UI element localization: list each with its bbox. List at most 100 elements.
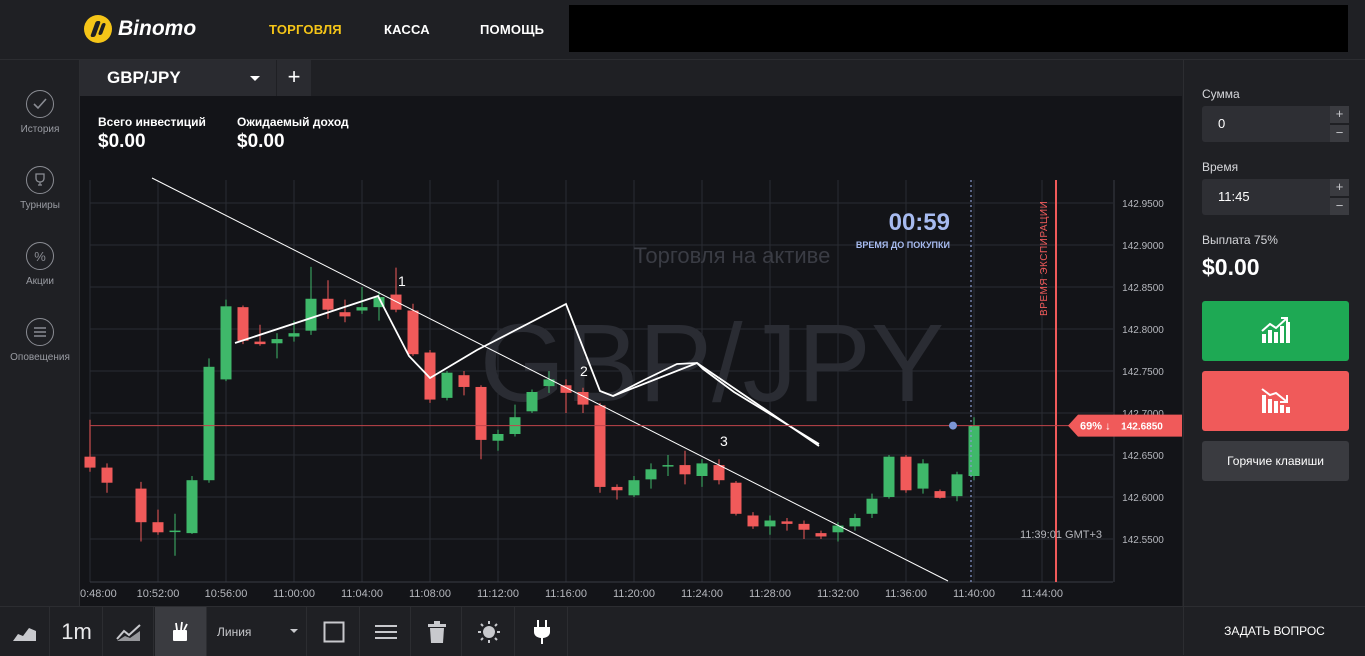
delete-drawings-button[interactable] [412,607,462,656]
candle-body [696,463,708,476]
candle-body [169,530,181,533]
candle-body [407,310,419,355]
plug-icon [533,619,550,644]
candle-body [934,491,946,498]
asset-tab-gbpjpy[interactable]: GBP/JPY [80,60,276,96]
nav-trading[interactable]: ТОРГОВЛЯ [269,22,342,37]
candle-body [628,480,640,496]
y-tick-label: 142.8500 [1122,283,1164,294]
candle-body [152,522,164,533]
watermark-asset: GBP/JPY [480,302,945,425]
time-input[interactable]: 11:45 [1202,179,1330,215]
area-chart-icon [12,627,36,641]
sidebar-item-promotions[interactable]: % Акции [0,242,80,287]
drawing-tool-select[interactable]: Линия [208,607,307,656]
x-tick-label: 10:56:00 [205,588,248,600]
x-tick-label: 11:28:00 [749,588,791,600]
check-icon [26,90,54,118]
candle-body [237,307,249,341]
candle-body [288,333,300,337]
candle-body [84,456,96,468]
purchase-timer: 00:59 [889,209,950,236]
wave-label: 3 [720,433,728,449]
amount-input[interactable]: 0 [1202,106,1330,142]
amount-increase-button[interactable]: + [1330,106,1349,123]
wave-label: 1 [398,273,406,289]
price-badge-percent: 69% ↓ [1080,421,1111,433]
candle-body [662,465,674,467]
drawing-tools-button[interactable] [155,607,207,656]
top-bar: Binomo ТОРГОВЛЯ КАССА ПОМОЩЬ [0,0,1365,60]
logo[interactable]: Binomo [84,15,196,43]
chart-type-button[interactable] [0,607,50,656]
x-tick-label: 11:20:00 [613,588,655,600]
indicators-button[interactable] [104,607,154,656]
theme-button[interactable] [463,607,515,656]
candle-body [305,298,317,331]
amount-decrease-button[interactable]: − [1330,125,1349,142]
sidebar-item-label: Акции [26,276,54,287]
sidebar-item-label: Турниры [20,200,60,211]
y-tick-label: 142.9500 [1122,199,1164,210]
ask-question-button[interactable]: ЗАДАТЬ ВОПРОС [1183,606,1365,655]
binomo-logo-icon [84,15,112,43]
price-chart[interactable]: Торговля на активе GBP/JPY 142.9500 142.9… [80,96,1182,606]
sidebar-item-label: История [20,124,60,135]
candle-body [339,312,351,317]
candle-body [917,463,929,489]
hotkeys-button[interactable]: Горячие клавиши [1202,441,1349,481]
payout-value: $0.00 [1202,254,1260,280]
price-badge-value: 142.6850 [1121,422,1163,433]
candle-body [390,294,402,310]
candle-body [526,392,538,412]
logo-text: Binomo [118,17,197,40]
amount-stepper: + − [1330,106,1349,142]
sidebar-item-history[interactable]: История [0,90,80,135]
candle-body [441,372,453,398]
candle-body [220,306,232,380]
x-tick-label: 11:24:00 [681,588,723,600]
add-asset-button[interactable]: + [277,60,311,96]
drawing-tool-value: Линия [217,624,252,639]
list-icon [374,624,397,639]
indicators-icon [115,623,141,641]
redacted-area [569,5,1348,52]
candle-body [101,467,113,483]
plugin-button[interactable] [516,607,568,656]
candle-body [866,498,878,514]
candle-body [747,515,759,527]
time-label: Время [1202,160,1239,174]
x-tick-label: 11:44:00 [1021,588,1063,600]
chart-toolbar: 1m Линия [0,606,1183,656]
nav-cashier[interactable]: КАССА [384,22,430,37]
trade-panel: Сумма 0 + − Время 11:45 + − Выплата 75% … [1183,60,1365,655]
sun-icon [477,620,500,643]
sidebar-item-tournaments[interactable]: Турниры [0,166,80,211]
candle-body [492,434,504,441]
rectangle-tool-button[interactable] [308,607,360,656]
nav-help[interactable]: ПОМОЩЬ [480,22,544,37]
sidebar-item-notifications[interactable]: Оповещения [0,318,80,363]
wave-label: 2 [580,363,588,379]
buy-down-button[interactable] [1202,371,1349,431]
x-tick-label: 10:52:00 [137,588,180,600]
time-decrease-button[interactable]: − [1330,198,1349,215]
payout-label: Выплата 75% [1202,233,1278,247]
timeframe-button[interactable]: 1m [51,607,103,656]
candle-body [271,339,283,344]
candle-body [322,298,334,310]
asset-name: GBP/JPY [107,68,181,87]
current-price-dot [949,421,957,430]
x-tick-label: 11:12:00 [477,588,519,600]
time-stepper: + − [1330,179,1349,215]
candle-body [475,386,487,440]
candle-body [645,469,657,480]
drawings-list-button[interactable] [361,607,411,656]
trash-icon [427,620,446,643]
buy-up-button[interactable] [1202,301,1349,361]
time-increase-button[interactable]: + [1330,179,1349,196]
chevron-down-icon[interactable] [250,76,260,81]
candle-body [798,523,810,530]
candle-body [594,405,606,487]
x-tick-label: 11:00:00 [273,588,315,600]
